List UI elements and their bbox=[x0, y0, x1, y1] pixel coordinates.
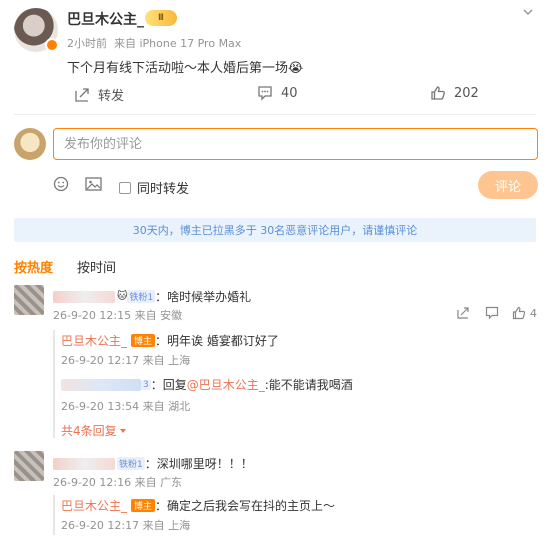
comment-like-count: 4 bbox=[530, 306, 537, 320]
comment-text: ：啥时候举办婚礼 bbox=[155, 290, 252, 304]
post-time[interactable]: 2小时前 bbox=[67, 37, 107, 50]
reply-meta: 26-9-20 12:17 来自 上海 bbox=[61, 519, 191, 532]
repost-checkbox-label: 同时转发 bbox=[137, 182, 190, 197]
thumbs-up-icon bbox=[431, 86, 445, 100]
comment-input[interactable] bbox=[53, 128, 538, 160]
repost-button[interactable]: 转发 bbox=[74, 85, 124, 104]
repost-label: 转发 bbox=[98, 89, 125, 104]
reply-header: 巴旦木公主_ 博主 ：明年诶 婚宴都订好了 bbox=[61, 332, 279, 349]
post-meta: 2小时前 来自 iPhone 17 Pro Max bbox=[67, 35, 241, 51]
comment-like-button[interactable]: 4 bbox=[512, 306, 537, 320]
fan-badge: 铁粉1 bbox=[117, 457, 145, 470]
checkbox-icon[interactable] bbox=[119, 181, 131, 194]
comment-text: ：深圳哪里呀！！！ bbox=[144, 457, 253, 471]
repost-icon bbox=[75, 87, 89, 102]
reply-text: :能不能请我喝酒 bbox=[264, 378, 353, 392]
fan-badge: 3 bbox=[141, 379, 151, 390]
share-icon[interactable] bbox=[456, 306, 470, 320]
reply-meta: 26-9-20 13:54 来自 湖北 bbox=[61, 400, 191, 413]
comment-icon bbox=[258, 86, 272, 101]
reply-author[interactable]: 巴旦木公主_ bbox=[61, 332, 127, 349]
reply-prefix: ：回复 bbox=[150, 378, 187, 392]
reply-thread-line bbox=[53, 495, 55, 535]
image-icon[interactable] bbox=[85, 176, 102, 196]
author-name[interactable]: 巴旦木公主_ bbox=[67, 9, 144, 29]
notice-banner: 30天内，博主已拉黑多于 30名恶意评论用户，请谨慎评论 bbox=[14, 218, 536, 242]
reply-header: 3 ：回复 @巴旦木公主_ :能不能请我喝酒 bbox=[61, 376, 353, 393]
comment-button[interactable]: 40 bbox=[257, 85, 298, 101]
verified-badge-icon bbox=[45, 38, 59, 52]
fan-badge: 铁粉1 bbox=[127, 290, 156, 303]
reply-icon[interactable] bbox=[485, 306, 499, 320]
reply-author[interactable]: 巴旦木公主_ bbox=[61, 497, 127, 514]
reply-text: ：明年诶 婚宴都订好了 bbox=[155, 334, 279, 348]
blogger-tag: 博主 bbox=[131, 499, 156, 512]
reply-header: 巴旦木公主_ 博主 ：确定之后我会写在抖的主页上～ bbox=[61, 497, 335, 514]
more-replies-link[interactable]: 共4条回复 bbox=[61, 422, 127, 439]
comment-header: 🐱 铁粉1 ：啥时候举办婚礼 bbox=[53, 288, 251, 305]
comment-count: 40 bbox=[281, 85, 298, 101]
post-source: 来自 iPhone 17 Pro Max bbox=[114, 37, 242, 50]
more-replies-label: 共4条回复 bbox=[61, 424, 117, 438]
reply-text: ：确定之后我会写在抖的主页上～ bbox=[155, 499, 336, 513]
comment-meta: 26-9-20 12:15 来自 安徽 bbox=[53, 309, 183, 322]
repost-checkbox[interactable]: 同时转发 bbox=[119, 178, 189, 197]
like-count: 202 bbox=[454, 85, 479, 101]
caret-down-icon bbox=[119, 428, 126, 433]
commenter-avatar[interactable] bbox=[14, 451, 44, 481]
commenter-avatar[interactable] bbox=[14, 285, 44, 315]
reply-thread-line bbox=[53, 330, 55, 438]
chevron-down-icon[interactable] bbox=[522, 6, 534, 22]
post-text: 下个月有线下活动啦～本人婚后第一场😭 bbox=[67, 61, 304, 76]
emoji-icon[interactable] bbox=[53, 176, 69, 196]
divider bbox=[14, 114, 536, 115]
comment-header: 铁粉1 ：深圳哪里呀！！！ bbox=[53, 455, 253, 472]
comment-meta: 26-9-20 12:16 来自 广东 bbox=[53, 476, 183, 489]
like-button[interactable]: 202 bbox=[430, 85, 479, 101]
commenter-name[interactable] bbox=[53, 457, 115, 470]
blogger-tag: 博主 bbox=[131, 334, 156, 347]
submit-comment-button[interactable]: 评论 bbox=[478, 171, 538, 199]
my-avatar bbox=[14, 128, 46, 160]
thumbs-up-icon bbox=[512, 306, 526, 320]
commenter-name[interactable] bbox=[53, 290, 115, 303]
mention-link[interactable]: @巴旦木公主_ bbox=[187, 376, 265, 393]
tab-hot[interactable]: 按热度 bbox=[14, 257, 53, 276]
fan-avatar-icon: 🐱 bbox=[117, 291, 128, 302]
level-badge-icon[interactable]: Ⅱ bbox=[145, 10, 177, 26]
reply-author[interactable] bbox=[61, 378, 141, 391]
tab-time[interactable]: 按时间 bbox=[77, 257, 116, 276]
reply-meta: 26-9-20 12:17 来自 上海 bbox=[61, 354, 191, 367]
